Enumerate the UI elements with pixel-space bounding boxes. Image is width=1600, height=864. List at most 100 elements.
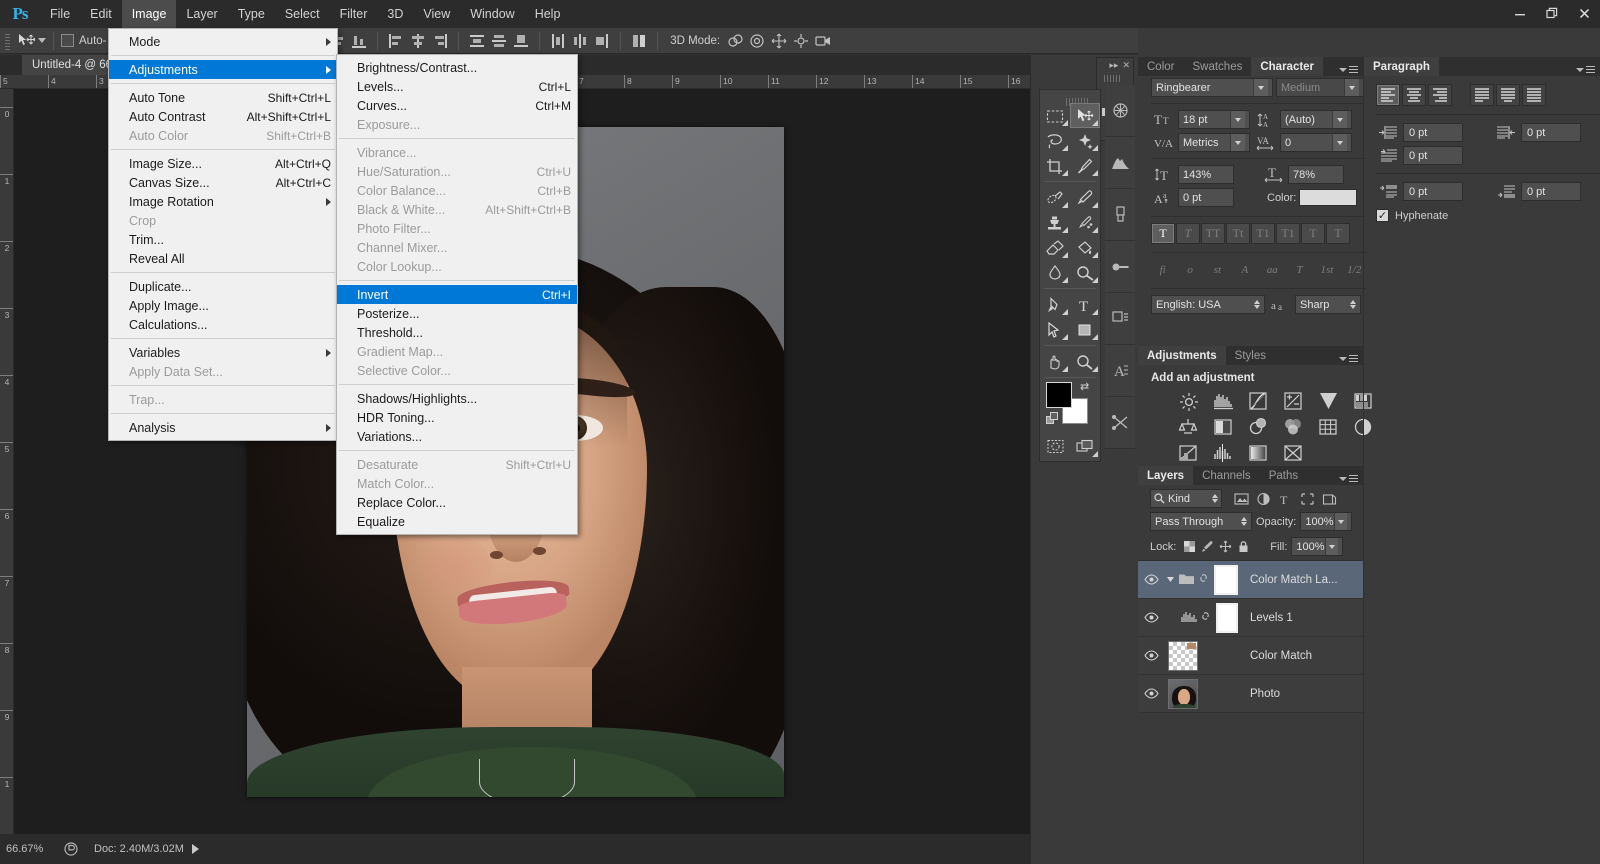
- indent-right-field[interactable]: 0 pt: [1521, 123, 1581, 142]
- lasso-icon[interactable]: [1040, 128, 1070, 153]
- justify-last-left-icon[interactable]: [1470, 84, 1494, 106]
- lock-image-icon[interactable]: [1200, 540, 1214, 554]
- restore-icon[interactable]: [1536, 0, 1568, 26]
- brightness-contrast-icon[interactable]: [1174, 390, 1202, 412]
- kerning-field[interactable]: Metrics: [1178, 133, 1250, 152]
- document-profile-icon[interactable]: [58, 842, 84, 856]
- layer-row[interactable]: Color Match: [1138, 637, 1363, 675]
- antialias-spinner-icon[interactable]: [1350, 300, 1356, 309]
- 3d-drag-icon[interactable]: [768, 31, 790, 51]
- language-spinner-icon[interactable]: [1254, 300, 1260, 309]
- expand-triangle-icon[interactable]: [1166, 573, 1175, 587]
- adjustments-menu-item-levels[interactable]: Levels... Ctrl+L: [337, 77, 577, 96]
- ordinals-icon[interactable]: T: [1288, 259, 1311, 280]
- faux-italic-icon[interactable]: T: [1176, 223, 1200, 244]
- adjustments-menu-item-hdr-toning[interactable]: HDR Toning...: [337, 408, 577, 427]
- tab-color[interactable]: Color: [1138, 57, 1184, 76]
- stub-paragraph-styles[interactable]: A: [1105, 345, 1135, 397]
- align-left-edges-icon[interactable]: [385, 31, 407, 51]
- fill-field[interactable]: 100%: [1291, 537, 1344, 556]
- blend-mode-select[interactable]: Pass Through: [1150, 512, 1252, 531]
- type-tool-icon[interactable]: T: [1070, 292, 1100, 317]
- black-white-icon[interactable]: [1209, 416, 1237, 438]
- adjustments-menu-item-posterize[interactable]: Posterize...: [337, 304, 577, 323]
- blur-icon[interactable]: [1040, 260, 1070, 285]
- close-icon[interactable]: ✕: [1122, 60, 1130, 71]
- lock-position-icon[interactable]: [1218, 540, 1232, 554]
- default-colors-icon[interactable]: [1046, 412, 1059, 428]
- ordinals-1st-icon[interactable]: 1st: [1315, 259, 1338, 280]
- collapse-icon[interactable]: ▸▸: [1109, 60, 1118, 71]
- align-horizontal-centers-icon[interactable]: [407, 31, 429, 51]
- align-left-icon[interactable]: [1376, 84, 1400, 106]
- layer-visibility-eye-icon[interactable]: [1138, 574, 1164, 585]
- color-balance-icon[interactable]: [1174, 416, 1202, 438]
- opacity-field[interactable]: 100%: [1300, 512, 1353, 531]
- layer-visibility-eye-icon[interactable]: [1138, 650, 1164, 661]
- swap-colors-icon[interactable]: ⇄: [1080, 380, 1089, 393]
- layer-visibility-eye-icon[interactable]: [1138, 612, 1164, 623]
- photo-filter-icon[interactable]: [1244, 416, 1272, 438]
- adjustments-menu-item-variations[interactable]: Variations...: [337, 427, 577, 446]
- font-size-chevron-down-icon[interactable]: [1230, 111, 1245, 128]
- gradient-map-icon[interactable]: [1244, 442, 1272, 464]
- character-panel-menu-icon[interactable]: [1339, 66, 1358, 73]
- menu-3d[interactable]: 3D: [377, 0, 413, 28]
- indent-left-field[interactable]: 0 pt: [1403, 123, 1463, 142]
- quick-mask-icon[interactable]: [1040, 434, 1070, 459]
- layer-row[interactable]: Color Match La...: [1138, 561, 1363, 599]
- menu-filter[interactable]: Filter: [330, 0, 378, 28]
- tab-styles[interactable]: Styles: [1225, 346, 1275, 365]
- paint-bucket-icon[interactable]: [1070, 235, 1100, 260]
- layer-filter-spinner-icon[interactable]: [1212, 494, 1218, 503]
- stub-character-styles[interactable]: [1105, 293, 1135, 345]
- pen-icon[interactable]: [1040, 292, 1070, 317]
- menu-file[interactable]: File: [40, 0, 80, 28]
- mask-link-icon[interactable]: [1200, 609, 1211, 626]
- menu-help[interactable]: Help: [525, 0, 571, 28]
- smart-object-filter-icon[interactable]: [1318, 489, 1340, 508]
- font-family-field[interactable]: Ringbearer: [1151, 78, 1273, 97]
- space-before-field[interactable]: 0 pt: [1403, 182, 1463, 201]
- menu-edit[interactable]: Edit: [80, 0, 122, 28]
- image-menu-item-auto-tone[interactable]: Auto Tone Shift+Ctrl+L: [109, 88, 337, 107]
- status-expand-icon[interactable]: [191, 844, 199, 854]
- color-lookup-icon[interactable]: [1314, 416, 1342, 438]
- swash-icon[interactable]: st: [1206, 259, 1229, 280]
- eyedropper-icon[interactable]: [1070, 153, 1100, 178]
- move-tool-icon[interactable]: [1070, 103, 1100, 128]
- subscript-icon[interactable]: T1: [1276, 223, 1300, 244]
- distribute-left-icon[interactable]: [547, 31, 569, 51]
- tab-swatches[interactable]: Swatches: [1183, 57, 1252, 76]
- menu-select[interactable]: Select: [275, 0, 330, 28]
- layer-row[interactable]: Levels 1: [1138, 599, 1363, 637]
- titling-alternates-icon[interactable]: aa: [1261, 259, 1284, 280]
- zoom-level[interactable]: 66.67%: [0, 843, 58, 855]
- strikethrough-icon[interactable]: T: [1326, 223, 1350, 244]
- stub-navigator[interactable]: [1105, 85, 1135, 137]
- blend-mode-spinner-icon[interactable]: [1241, 517, 1247, 526]
- indent-first-line-field[interactable]: 0 pt: [1403, 146, 1463, 165]
- tab-paths[interactable]: Paths: [1259, 466, 1308, 485]
- image-menu-item-auto-contrast[interactable]: Auto Contrast Alt+Shift+Ctrl+L: [109, 107, 337, 126]
- font-size-field[interactable]: 18 pt: [1178, 110, 1250, 129]
- leading-chevron-down-icon[interactable]: [1332, 111, 1347, 128]
- align-right-edges-icon[interactable]: [429, 31, 451, 51]
- layer-visibility-eye-icon[interactable]: [1138, 688, 1164, 699]
- zoom-tool-icon[interactable]: [1070, 349, 1100, 374]
- stub-clone-source[interactable]: [1105, 241, 1135, 293]
- eraser-icon[interactable]: [1040, 235, 1070, 260]
- stub-histogram[interactable]: [1105, 137, 1135, 189]
- language-field[interactable]: English: USA: [1151, 295, 1265, 314]
- threshold-icon[interactable]: [1209, 442, 1237, 464]
- align-right-icon[interactable]: [1428, 84, 1452, 106]
- pixel-filter-icon[interactable]: [1230, 489, 1252, 508]
- image-menu-item-image-size[interactable]: Image Size... Alt+Ctrl+Q: [109, 154, 337, 173]
- adjustments-menu-item-curves[interactable]: Curves... Ctrl+M: [337, 96, 577, 115]
- levels-thumbnail-icon[interactable]: [1180, 610, 1197, 626]
- curves-icon[interactable]: [1244, 390, 1272, 412]
- faux-bold-icon[interactable]: T: [1151, 223, 1175, 244]
- menu-type[interactable]: Type: [228, 0, 275, 28]
- close-icon[interactable]: [1568, 0, 1600, 26]
- posterize-icon[interactable]: [1174, 442, 1202, 464]
